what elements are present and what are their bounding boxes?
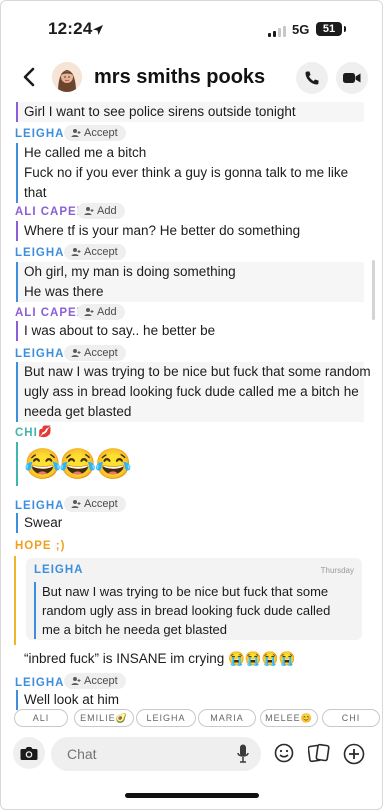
mention-chip-leigha[interactable]: LEIGHA	[136, 709, 196, 727]
sender-name-leigha: LEIGHA	[15, 128, 65, 140]
message-text: Girl I want to see police sirens outside…	[24, 104, 296, 119]
emoji-message: 😂😂😂	[24, 448, 132, 481]
status-time: 12:24	[48, 19, 93, 38]
sender-name-ali: ALI CAPEL	[15, 307, 85, 319]
accept-friend-button[interactable]: Accept	[64, 673, 126, 689]
accept-friend-button[interactable]: Accept	[64, 125, 126, 141]
quoted-text: But naw I was trying to be nice but fuck…	[42, 584, 329, 599]
quoted-timestamp: Thursday	[320, 566, 354, 575]
sender-emoji: 💋	[38, 426, 52, 438]
message-text: that	[24, 185, 47, 200]
cellular-signal-icon	[268, 24, 286, 42]
sender-name-ali: ALI CAPEL	[15, 206, 85, 218]
battery-icon: 51	[316, 22, 346, 36]
back-chevron-icon[interactable]	[22, 67, 36, 92]
add-person-icon	[71, 248, 81, 256]
status-bar: 12:24 5G 51	[0, 0, 383, 46]
message-bubble[interactable]: Oh girl, my man is doing something He wa…	[16, 262, 364, 302]
group-avatar[interactable]	[52, 62, 82, 92]
accept-label: Accept	[84, 498, 118, 510]
message-text: He was there	[24, 284, 104, 299]
message-bubble[interactable]: Well look at him	[16, 690, 364, 710]
reply-text: “inbred fuck” is INSANE im crying 😭😭😭😭	[24, 651, 296, 666]
message-bubble[interactable]: But naw I was trying to be nice but fuck…	[16, 362, 371, 422]
quoted-message[interactable]: LEIGHA Thursday But naw I was trying to …	[26, 558, 362, 640]
mention-chip-ali[interactable]: ALI	[14, 709, 68, 727]
message-text: Swear	[24, 515, 63, 530]
accept-friend-button[interactable]: Accept	[64, 244, 126, 260]
message-text: ugly ass in bread looking fuck dude call…	[24, 384, 359, 399]
message-text: I was about to say.. he better be	[24, 323, 216, 338]
chat-input-box[interactable]	[51, 737, 261, 771]
camera-button[interactable]	[13, 737, 45, 769]
quoted-sender: LEIGHA	[34, 564, 84, 576]
add-person-icon	[71, 129, 81, 137]
composer-bar	[0, 734, 383, 776]
accept-label: Accept	[84, 246, 118, 258]
mention-chip-chi[interactable]: CHI	[322, 709, 380, 727]
add-person-icon	[71, 677, 81, 685]
add-person-icon	[84, 308, 94, 316]
sender-name-chi: CHI	[15, 427, 38, 439]
microphone-icon[interactable]	[237, 744, 249, 769]
emoji-smiley-icon[interactable]	[274, 743, 294, 768]
message-bubble[interactable]: I was about to say.. he better be	[16, 321, 364, 341]
accept-label: Accept	[84, 675, 118, 687]
accept-label: Accept	[84, 347, 118, 359]
message-text: Where tf is your man? He better do somet…	[24, 223, 301, 238]
add-label: Add	[97, 205, 117, 217]
message-text: He called me a bitch	[24, 145, 147, 160]
network-label: 5G	[292, 22, 310, 37]
accept-friend-button[interactable]: Accept	[64, 496, 126, 512]
mention-chip-maria[interactable]: MARIA	[198, 709, 256, 727]
scrollbar[interactable]	[372, 260, 375, 320]
video-call-button[interactable]	[336, 62, 368, 94]
quoted-text: me a bitch he needa get blasted	[42, 622, 228, 637]
location-arrow-icon	[92, 23, 104, 41]
message-text: Well look at him	[24, 692, 120, 707]
message-text: Fuck no if you ever think a guy is gonna…	[24, 165, 349, 180]
message-bubble[interactable]: Where tf is your man? He better do somet…	[16, 221, 364, 241]
call-button[interactable]	[296, 62, 328, 94]
quoted-body: But naw I was trying to be nice but fuck…	[34, 582, 360, 639]
add-label: Add	[97, 306, 117, 318]
add-friend-button[interactable]: Add	[77, 304, 125, 320]
stickers-cards-icon[interactable]	[307, 743, 330, 768]
quoted-text: random ugly ass in bread looking fuck du…	[42, 603, 331, 618]
mention-chip-melee[interactable]: MELEE😊	[260, 709, 318, 727]
video-camera-icon	[343, 73, 361, 83]
mention-chip-bar: ALI EMILIE🥑 LEIGHA MARIA MELEE😊 CHI	[0, 709, 383, 729]
add-person-icon	[71, 500, 81, 508]
message-bubble[interactable]: Swear	[16, 513, 364, 533]
sender-name-leigha: LEIGHA	[15, 348, 65, 360]
accept-friend-button[interactable]: Accept	[64, 345, 126, 361]
message-bubble[interactable]: He called me a bitch Fuck no if you ever…	[16, 143, 364, 203]
message-bubble[interactable]: Girl I want to see police sirens outside…	[16, 102, 364, 122]
add-friend-button[interactable]: Add	[77, 203, 125, 219]
sender-name-leigha: LEIGHA	[15, 677, 65, 689]
reply-message[interactable]: LEIGHA Thursday But naw I was trying to …	[14, 556, 364, 645]
message-text: needa get blasted	[24, 404, 132, 419]
phone-icon	[305, 71, 319, 85]
plus-icon[interactable]	[343, 743, 365, 770]
add-person-icon	[84, 207, 94, 215]
accept-label: Accept	[84, 127, 118, 139]
add-person-icon	[71, 349, 81, 357]
message-text: Oh girl, my man is doing something	[24, 264, 236, 279]
message-text: But naw I was trying to be nice but fuck…	[24, 364, 371, 379]
chat-header: mrs smiths pooks	[0, 54, 383, 102]
chat-title[interactable]: mrs smiths pooks	[94, 66, 265, 89]
chat-input[interactable]	[65, 745, 219, 763]
mention-chip-emilie[interactable]: EMILIE🥑	[74, 709, 134, 727]
camera-icon	[20, 747, 38, 760]
sender-name-hope: HOPE ;)	[15, 540, 66, 552]
home-indicator[interactable]	[125, 793, 259, 798]
sender-name-leigha: LEIGHA	[15, 247, 65, 259]
sender-name-leigha: LEIGHA	[15, 500, 65, 512]
